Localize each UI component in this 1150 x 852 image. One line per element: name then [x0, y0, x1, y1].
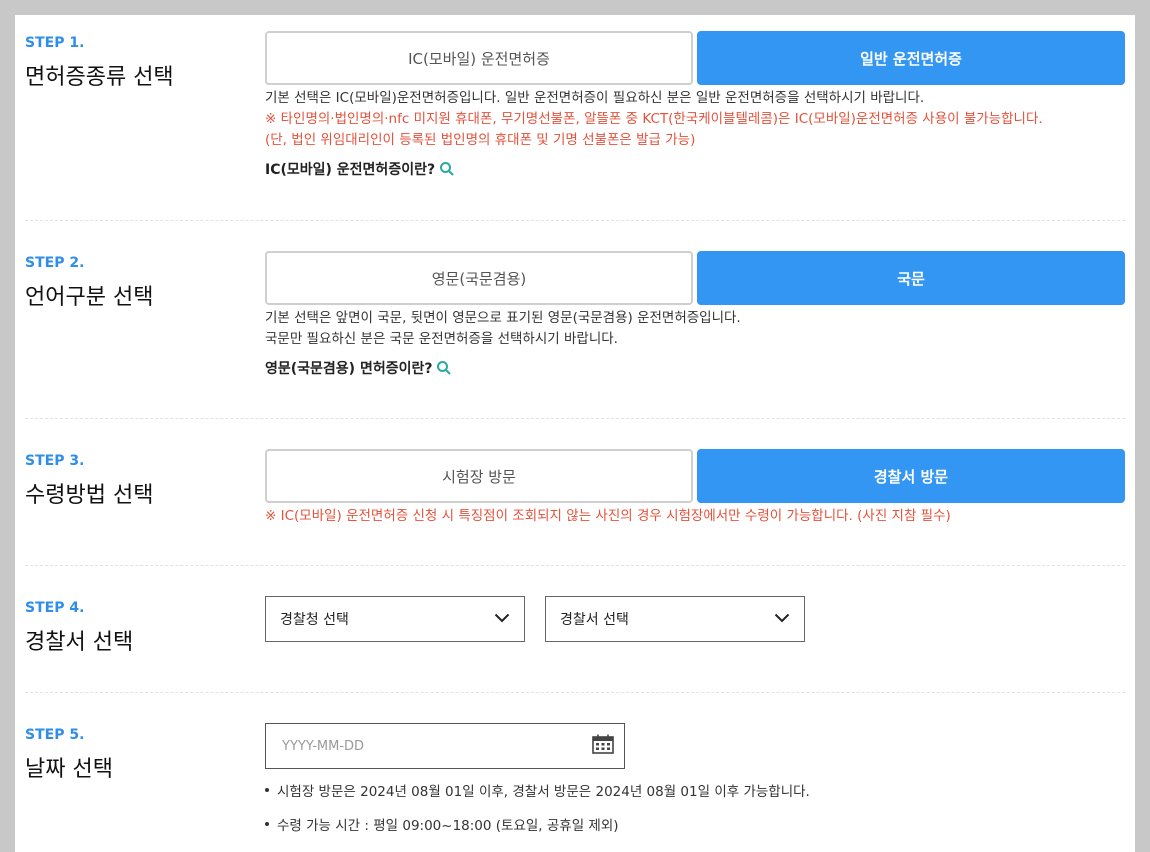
chevron-down-icon	[494, 611, 510, 627]
select-group: 경찰청 선택 경찰서 선택	[265, 596, 1125, 642]
step-title: 언어구분 선택	[25, 285, 154, 310]
search-icon	[436, 360, 452, 376]
description-text: 국문만 필요하신 분은 국문 운전면허증을 선택하시기 바랍니다.	[265, 331, 618, 347]
option-english-korean[interactable]: 영문(국문겸용)	[265, 251, 693, 305]
step-content: 영문(국문겸용) 국문 기본 선택은 앞면이 국문, 뒷면이 영문으로 표기된 …	[265, 251, 1125, 378]
step-number: STEP 2.	[25, 255, 85, 271]
select-value: 경찰청 선택	[280, 612, 349, 628]
bullet-dot	[265, 822, 269, 826]
help-link-label: 영문(국문겸용) 면허증이란?	[265, 361, 433, 377]
search-icon	[439, 161, 455, 177]
option-group: IC(모바일) 운전면허증 일반 운전면허증	[265, 31, 1125, 85]
option-group: 시험장 방문 경찰서 방문	[265, 449, 1125, 503]
step-content: 시험장 방문은 2024년 08월 01일 이후, 경찰서 방문은 2024년 …	[265, 715, 1125, 841]
warning-text: (단, 법인 위임대리인이 등록된 법인명의 휴대폰 및 기명 선불폰은 발급 …	[265, 132, 696, 148]
option-korean[interactable]: 국문	[697, 251, 1125, 305]
step-title: 경찰서 선택	[25, 630, 134, 655]
description-text: 기본 선택은 IC(모바일)운전면허증입니다. 일반 운전면허증이 필요하신 분…	[265, 90, 925, 106]
warning-text: ※ IC(모바일) 운전면허증 신청 시 특징점이 조회되지 않는 사진의 경우…	[265, 508, 951, 524]
help-link-english-license[interactable]: 영문(국문겸용) 면허증이란?	[265, 358, 452, 378]
note-text: 수령 가능 시간 : 평일 09:00~18:00 (토요일, 공휴일 제외)	[277, 818, 619, 834]
help-link-label: IC(모바일) 운전면허증이란?	[265, 162, 436, 178]
step-language: STEP 2. 언어구분 선택 영문(국문겸용) 국문 기본 선택은 앞면이 국…	[25, 251, 1125, 419]
option-ic-mobile-license[interactable]: IC(모바일) 운전면허증	[265, 31, 693, 85]
description: 기본 선택은 IC(모바일)운전면허증입니다. 일반 운전면허증이 필요하신 분…	[265, 88, 1125, 151]
police-station-select[interactable]: 경찰서 선택	[545, 596, 805, 642]
bullet-dot	[265, 788, 269, 792]
select-value: 경찰서 선택	[560, 612, 629, 628]
step-content: 시험장 방문 경찰서 방문 ※ IC(모바일) 운전면허증 신청 시 특징점이 …	[265, 449, 1125, 527]
step-number: STEP 3.	[25, 453, 85, 469]
step-title: 수령방법 선택	[25, 483, 154, 508]
help-link-ic-license[interactable]: IC(모바일) 운전면허증이란?	[265, 159, 455, 179]
description-text: 기본 선택은 앞면이 국문, 뒷면이 영문으로 표기된 영문(국문겸용) 운전면…	[265, 310, 741, 326]
step-content: 경찰청 선택 경찰서 선택	[265, 588, 1125, 642]
step-number: STEP 5.	[25, 727, 85, 743]
chevron-down-icon	[774, 611, 790, 627]
calendar-icon[interactable]	[592, 734, 614, 758]
police-agency-select[interactable]: 경찰청 선택	[265, 596, 525, 642]
step-number: STEP 1.	[25, 35, 85, 51]
date-input[interactable]	[280, 737, 564, 755]
option-group: 영문(국문겸용) 국문	[265, 251, 1125, 305]
list-item: 시험장 방문은 2024년 08월 01일 이후, 경찰서 방문은 2024년 …	[265, 773, 1125, 807]
date-notes: 시험장 방문은 2024년 08월 01일 이후, 경찰서 방문은 2024년 …	[265, 773, 1125, 841]
step-number: STEP 4.	[25, 600, 85, 616]
option-police-station-visit[interactable]: 경찰서 방문	[697, 449, 1125, 503]
option-regular-license[interactable]: 일반 운전면허증	[697, 31, 1125, 85]
date-field[interactable]	[265, 723, 625, 769]
step-content: IC(모바일) 운전면허증 일반 운전면허증 기본 선택은 IC(모바일)운전면…	[265, 31, 1125, 179]
step-license-type: STEP 1. 면허증종류 선택 IC(모바일) 운전면허증 일반 운전면허증 …	[25, 31, 1125, 221]
step-date: STEP 5. 날짜 선택 YYYY-MM-DD 시험장 방문은 2024년 0…	[25, 723, 1125, 852]
option-test-center-visit[interactable]: 시험장 방문	[265, 449, 693, 503]
note-text: 시험장 방문은 2024년 08월 01일 이후, 경찰서 방문은 2024년 …	[277, 784, 810, 800]
list-item: 수령 가능 시간 : 평일 09:00~18:00 (토요일, 공휴일 제외)	[265, 807, 1125, 841]
warning-text: ※ 타인명의·법인명의·nfc 미지원 휴대폰, 무기명선불폰, 알뜰폰 중 K…	[265, 111, 1043, 127]
step-pickup-method: STEP 3. 수령방법 선택 시험장 방문 경찰서 방문 ※ IC(모바일) …	[25, 449, 1125, 566]
description: ※ IC(모바일) 운전면허증 신청 시 특징점이 조회되지 않는 사진의 경우…	[265, 506, 1125, 527]
form-panel: STEP 1. 면허증종류 선택 IC(모바일) 운전면허증 일반 운전면허증 …	[15, 15, 1135, 852]
step-title: 면허증종류 선택	[25, 65, 174, 90]
step-police-station: STEP 4. 경찰서 선택 경찰청 선택 경찰서 선택	[25, 596, 1125, 693]
description: 기본 선택은 앞면이 국문, 뒷면이 영문으로 표기된 영문(국문겸용) 운전면…	[265, 308, 1125, 350]
step-title: 날짜 선택	[25, 757, 113, 782]
